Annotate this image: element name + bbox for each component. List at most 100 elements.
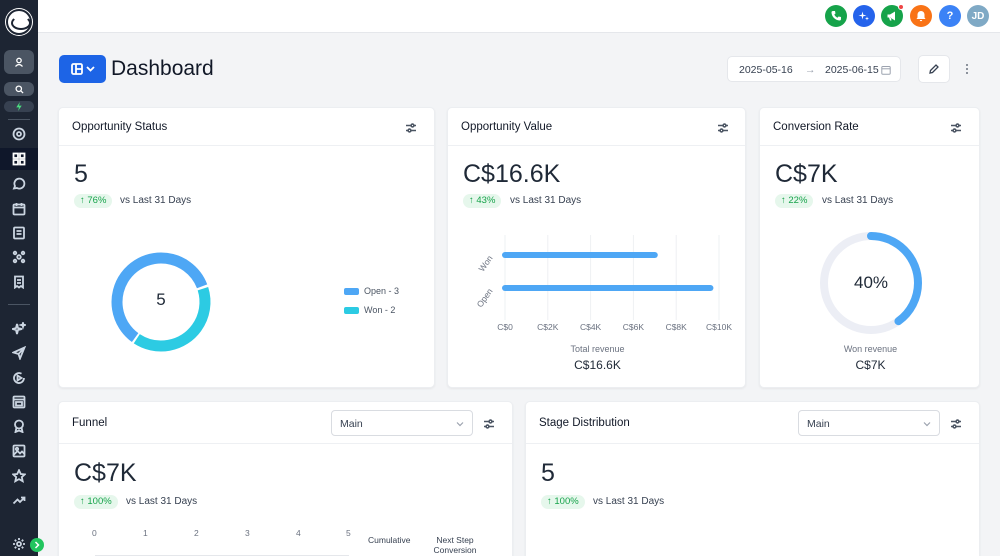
- date-arrow-icon: →: [805, 64, 816, 76]
- sidebar-item-calendars[interactable]: [0, 198, 38, 220]
- notifications-button[interactable]: [910, 5, 932, 27]
- filter-settings-icon[interactable]: [950, 417, 962, 429]
- card-title: Stage Distribution: [539, 417, 630, 429]
- x-tick-label: C$6K: [623, 322, 645, 332]
- y-category-label: Open: [475, 286, 495, 309]
- pipeline-select[interactable]: Main: [798, 410, 940, 436]
- card-title: Funnel: [72, 417, 108, 429]
- card-title: Opportunity Value: [461, 121, 553, 133]
- avatar-initials: JD: [971, 10, 985, 22]
- pipeline-select[interactable]: Main: [331, 410, 473, 436]
- filter-settings-icon[interactable]: [950, 121, 962, 133]
- filter-settings-icon[interactable]: [483, 417, 495, 429]
- select-value: Main: [807, 418, 830, 430]
- sidebar-item-contacts[interactable]: [0, 222, 38, 244]
- sidebar-item-opportunities[interactable]: [0, 246, 38, 268]
- legend-swatch: [344, 306, 359, 314]
- comparison-text: vs Last 31 Days: [120, 195, 192, 206]
- x-tick-label: C$8K: [666, 322, 688, 332]
- funnel-axis-tick: 3: [245, 528, 250, 538]
- sidebar-item-ai-agents[interactable]: [0, 318, 38, 340]
- sidebar-item-payments[interactable]: [0, 271, 38, 293]
- filter-settings-icon[interactable]: [717, 121, 729, 133]
- calendar-icon: [12, 203, 26, 216]
- legend-label: Won - 2: [364, 305, 396, 315]
- date-range-picker[interactable]: 2025-05-16 → 2025-06-15: [727, 56, 901, 82]
- sidebar-item-marketing[interactable]: [0, 342, 38, 364]
- donut-center-value: 5: [156, 290, 166, 309]
- x-tick-label: C$10K: [706, 322, 732, 332]
- sidebar-item-sites[interactable]: [0, 391, 38, 413]
- legend-swatch: [344, 287, 359, 295]
- total-revenue-value: C$16.6K: [574, 358, 621, 372]
- bell-icon: [916, 11, 926, 22]
- conversion-rate-card: Conversion Rate C$7K ↑ 22% vs Last 31 Da…: [759, 107, 980, 388]
- phone-button[interactable]: [825, 5, 847, 27]
- sidebar-item-memberships[interactable]: [0, 415, 38, 437]
- send-icon: [12, 346, 26, 360]
- sidebar-item-media-storage[interactable]: [0, 440, 38, 462]
- header-line: Next Step: [436, 535, 474, 545]
- funnel-axis-tick: 1: [143, 528, 148, 538]
- sidebar-item-reputation[interactable]: [0, 465, 38, 487]
- search-button[interactable]: [4, 82, 34, 96]
- sidebar-item-reporting[interactable]: [0, 489, 38, 511]
- opportunity-status-card: Opportunity Status 5 ↑ 76% vs Last 31 Da…: [58, 107, 435, 388]
- announcements-button[interactable]: [881, 4, 904, 27]
- opportunity-value-bar-chart: C$0 C$2K C$4K C$6K C$8K C$10K Won Open: [475, 235, 732, 332]
- opportunity-value-card: Opportunity Value C$16.6K ↑ 43% vs Last …: [447, 107, 746, 388]
- chevron-right-icon: [34, 541, 40, 549]
- metric-value: 5: [541, 459, 555, 487]
- legend-item-open[interactable]: Open - 3: [344, 286, 399, 296]
- expand-sidebar-button[interactable]: [30, 538, 44, 552]
- app-logo[interactable]: [6, 9, 32, 35]
- quick-actions-button[interactable]: [4, 101, 34, 112]
- dot: [966, 68, 968, 70]
- funnel-axis-tick: 5: [346, 528, 351, 538]
- sidebar-item-conversations[interactable]: [0, 173, 38, 195]
- change-badge: ↑ 22%: [775, 194, 814, 208]
- sparkles-icon: [858, 11, 869, 21]
- sidebar-item-launchpad[interactable]: [0, 123, 38, 145]
- funnel-card: Funnel Main C$7K ↑ 100% vs Last 31 Days …: [58, 401, 513, 556]
- edit-dashboard-button[interactable]: [918, 55, 950, 83]
- metric-value: C$16.6K: [463, 160, 561, 188]
- pencil-icon: [929, 64, 939, 74]
- change-badge: ↑ 100%: [541, 495, 585, 509]
- sidebar-item-dashboard[interactable]: [0, 148, 38, 170]
- account-switcher-button[interactable]: [4, 50, 34, 74]
- funnel-axis-tick: 0: [92, 528, 97, 538]
- ai-assistant-button[interactable]: [853, 5, 875, 27]
- card-header: Opportunity Status: [59, 108, 434, 146]
- header-line: Conversion: [433, 545, 477, 555]
- x-tick-label: C$2K: [537, 322, 559, 332]
- filter-settings-icon[interactable]: [405, 121, 417, 133]
- metric-value: 5: [74, 160, 88, 188]
- help-button[interactable]: ?: [939, 5, 961, 27]
- card-title: Conversion Rate: [773, 121, 859, 133]
- legend-item-won[interactable]: Won - 2: [344, 305, 395, 315]
- more-options-button[interactable]: [960, 60, 974, 78]
- date-end[interactable]: 2025-06-15: [825, 64, 879, 76]
- help-icon: ?: [946, 10, 954, 22]
- sidebar-item-automation[interactable]: [0, 367, 38, 389]
- top-bar: ? JD: [38, 0, 1000, 33]
- change-badge: ↑ 100%: [74, 495, 118, 509]
- won-revenue-value: C$7K: [855, 358, 886, 372]
- user-avatar[interactable]: JD: [967, 5, 989, 27]
- opportunities-icon: [12, 250, 26, 264]
- dashboard-switcher-button[interactable]: [59, 55, 106, 83]
- funnel-axis-tick: 2: [194, 528, 199, 538]
- cumulative-column-header: Cumulative: [368, 535, 411, 545]
- gauge-percentage: 40%: [853, 273, 889, 292]
- date-start[interactable]: 2025-05-16: [739, 64, 793, 76]
- total-revenue-label: Total revenue: [570, 344, 625, 354]
- contacts-icon: [13, 226, 25, 240]
- change-badge: ↑ 76%: [74, 194, 113, 208]
- comparison-text: vs Last 31 Days: [822, 195, 894, 206]
- chevron-down-icon: [85, 66, 95, 72]
- select-value: Main: [340, 418, 363, 430]
- account-icon: [15, 57, 23, 67]
- sidebar: [0, 0, 44, 556]
- funnel-axis-tick: 4: [296, 528, 301, 538]
